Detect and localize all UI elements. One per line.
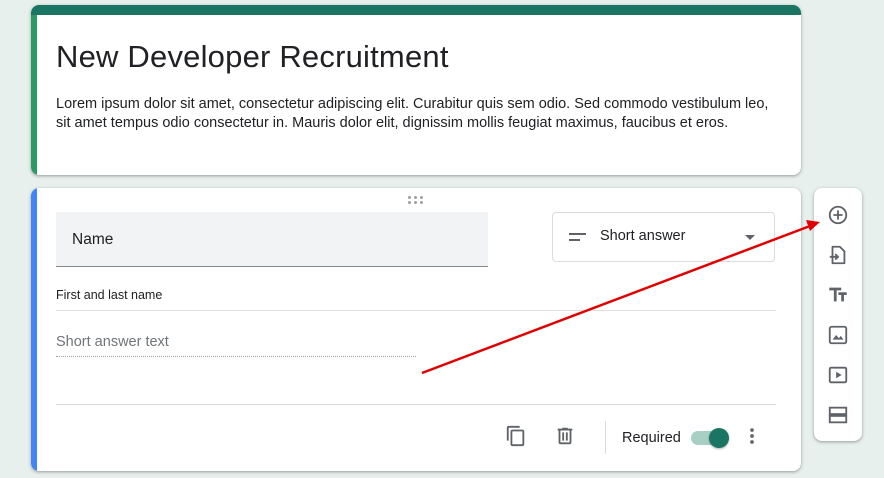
add-video-icon — [828, 366, 848, 384]
question-focus-bar — [31, 188, 37, 471]
required-toggle[interactable] — [691, 428, 729, 448]
footer-vertical-divider — [605, 421, 606, 454]
short-answer-icon — [569, 233, 586, 245]
delete-button[interactable] — [551, 422, 579, 450]
toggle-knob — [709, 428, 729, 448]
add-image-button[interactable] — [824, 321, 852, 349]
description-underline — [56, 310, 776, 311]
more-vert-icon — [750, 428, 754, 444]
add-title-button[interactable] — [824, 281, 852, 309]
more-options-button[interactable] — [738, 422, 766, 450]
form-title[interactable]: New Developer Recruitment — [56, 39, 449, 75]
import-questions-icon — [829, 245, 846, 265]
header-focus-bar — [31, 15, 37, 175]
import-questions-button[interactable] — [824, 241, 852, 269]
add-section-button[interactable] — [824, 401, 852, 429]
form-header-card: New Developer Recruitment Lorem ipsum do… — [31, 5, 801, 175]
add-section-icon — [828, 406, 848, 424]
question-title-field[interactable]: Name — [56, 212, 488, 267]
footer-divider — [56, 404, 776, 405]
short-answer-placeholder: Short answer text — [56, 334, 169, 350]
question-title-text: Name — [72, 231, 114, 248]
question-type-select[interactable]: Short answer — [552, 212, 775, 262]
answer-underline — [56, 356, 416, 357]
add-question-button[interactable] — [824, 201, 852, 229]
duplicate-button[interactable] — [502, 422, 530, 450]
question-description[interactable]: First and last name — [56, 288, 162, 302]
trash-icon — [557, 427, 573, 445]
side-toolbar — [814, 188, 862, 441]
add-question-icon — [828, 205, 848, 225]
add-image-icon — [828, 325, 848, 345]
form-description[interactable]: Lorem ipsum dolor sit amet, consectetur … — [56, 95, 786, 133]
required-label: Required — [622, 430, 681, 446]
chevron-down-icon — [745, 235, 755, 240]
add-video-button[interactable] — [824, 361, 852, 389]
header-color-bar — [31, 5, 801, 15]
question-type-label: Short answer — [600, 228, 686, 244]
copy-icon — [506, 425, 525, 447]
drag-handle-icon[interactable] — [408, 196, 424, 204]
question-card[interactable]: Name Short answer First and last name Sh… — [31, 188, 801, 471]
add-title-icon — [829, 287, 847, 302]
